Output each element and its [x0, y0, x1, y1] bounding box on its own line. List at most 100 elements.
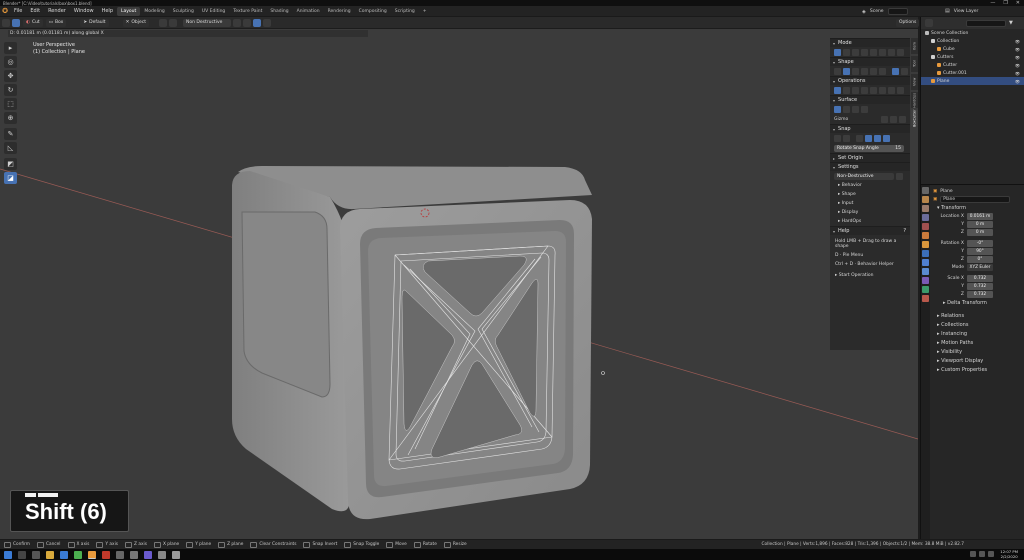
shape-active-icon[interactable] [892, 67, 899, 75]
data-props-icon[interactable] [922, 286, 929, 293]
record-app-icon[interactable] [102, 550, 110, 559]
knife-mode-icon[interactable] [870, 48, 877, 56]
section-collections[interactable]: ▸ Collections [933, 320, 1023, 329]
object-surface-icon[interactable] [834, 105, 841, 113]
mode-dropdown[interactable]: Non Destructive [183, 18, 232, 27]
rotate-op-icon[interactable] [870, 86, 877, 94]
material-props-icon[interactable] [922, 295, 929, 302]
array-op-icon[interactable] [888, 86, 895, 94]
render-props-icon[interactable] [922, 196, 929, 203]
extrude-op-icon[interactable] [843, 86, 850, 94]
app-icon[interactable] [74, 550, 82, 559]
app-icon-4[interactable] [144, 550, 152, 559]
select-tool-icon[interactable]: ▸ [4, 42, 17, 54]
rotate-snap-field[interactable]: Rotate Snap Angle 15 [834, 144, 904, 152]
toggle-icon[interactable] [253, 18, 262, 27]
join-mode-icon[interactable] [861, 48, 868, 56]
tab-view[interactable]: View [911, 74, 918, 90]
section-viewport-display[interactable]: ▸ Viewport Display [933, 356, 1023, 365]
visibility-eye-icon[interactable]: 👁 [1015, 55, 1020, 60]
tab-layout[interactable]: Layout [117, 6, 141, 16]
options-dropdown[interactable]: Options [896, 18, 920, 27]
circle-shape-icon[interactable] [834, 67, 841, 75]
shape-option-icon[interactable] [870, 67, 877, 75]
scene-icon[interactable]: ◈ [862, 9, 866, 15]
settings-input[interactable]: ▸ Input [830, 199, 910, 208]
section-set-origin[interactable]: ▸ Set Origin [830, 153, 910, 162]
view-layer-selector[interactable]: View Layer [954, 9, 979, 14]
outliner-search-input[interactable] [966, 19, 1006, 27]
constraints-props-icon[interactable] [922, 277, 929, 284]
section-operations[interactable]: ▾ Operations [830, 76, 910, 85]
3d-viewport[interactable] [0, 29, 918, 539]
make-mode-icon[interactable] [888, 48, 895, 56]
box-shape-icon[interactable] [843, 67, 850, 75]
search-icon[interactable] [18, 550, 26, 559]
view-layer-icon[interactable]: ▤ [945, 8, 950, 14]
cursor-surface-icon[interactable] [852, 105, 859, 113]
outliner-item[interactable]: Cutter.001 👁 [921, 69, 1024, 77]
scale-tool-icon[interactable]: ⬚ [4, 98, 17, 110]
tab-modeling[interactable]: Modeling [140, 7, 168, 16]
shading-icon[interactable] [233, 18, 242, 27]
move-tool-icon[interactable]: ✥ [4, 70, 17, 82]
visibility-eye-icon[interactable]: 👁 [1015, 47, 1020, 52]
visibility-eye-icon[interactable]: 👁 [1015, 71, 1020, 76]
outliner-item[interactable]: Plane 👁 [921, 77, 1024, 85]
physics-props-icon[interactable] [922, 268, 929, 275]
app-icon-2[interactable] [116, 550, 124, 559]
selection-mode-icon[interactable] [12, 18, 20, 27]
settings-hardops[interactable]: ▸ HardOps [830, 217, 910, 226]
slice-mode-icon[interactable] [843, 48, 850, 56]
section-shape[interactable]: ▾ Shape [830, 57, 910, 66]
default-dropdown[interactable]: ➤ Default [80, 18, 109, 27]
tab-compositing[interactable]: Compositing [355, 7, 391, 16]
world-surface-icon[interactable] [861, 105, 868, 113]
scale-x-field[interactable]: 0.732 [967, 274, 993, 282]
gear-icon[interactable] [243, 18, 252, 27]
section-transform[interactable]: ▾ Transform [933, 203, 1023, 212]
section-help[interactable]: ▾ Help? [830, 226, 910, 235]
tab-rendering[interactable]: Rendering [324, 7, 355, 16]
custom-shape-icon[interactable] [861, 67, 868, 75]
cut-mode-icon[interactable] [834, 48, 841, 56]
gizmo-icon[interactable] [881, 115, 888, 123]
visibility-eye-icon[interactable]: 👁 [1015, 63, 1020, 68]
object-name-field[interactable]: Plane [940, 195, 1011, 203]
scale-z-field[interactable]: 0.732 [967, 290, 993, 298]
settings-mode-icon[interactable] [897, 48, 904, 56]
grid-icon[interactable] [169, 18, 178, 27]
object-props-icon[interactable] [922, 241, 929, 248]
snap-icon[interactable] [159, 18, 168, 27]
extract-mode-icon[interactable] [879, 48, 886, 56]
outliner-item[interactable]: Cutter 👁 [921, 61, 1024, 69]
lock-icon[interactable] [897, 86, 904, 94]
tab-item[interactable]: Item [911, 38, 918, 54]
section-snap[interactable]: ▾ Snap [830, 124, 910, 133]
tab-boxcutter[interactable]: BoxCutter [911, 109, 918, 127]
section-settings[interactable]: ▾ Settings [830, 162, 910, 171]
offset-op-icon[interactable] [852, 86, 859, 94]
tab-texture-paint[interactable]: Texture Paint [229, 7, 266, 16]
scene-field[interactable] [887, 8, 908, 15]
section-surface[interactable]: ▾ Surface [830, 95, 910, 104]
rotation-y-field[interactable]: 90° [967, 247, 993, 255]
tab-hardops[interactable]: HardOps [911, 92, 918, 108]
snap-increment-icon[interactable] [874, 134, 881, 142]
help-icon[interactable] [263, 18, 272, 27]
view-layer-props-icon[interactable] [922, 214, 929, 221]
boxcutter-tool-icon[interactable]: ◪ [4, 172, 17, 184]
add-workspace-button[interactable]: + [419, 7, 431, 16]
settings-behavior[interactable]: ▸ Behavior [830, 181, 910, 190]
notification-icon[interactable] [988, 551, 994, 557]
visibility-eye-icon[interactable]: 👁 [1015, 79, 1020, 84]
section-custom-properties[interactable]: ▸ Custom Properties [933, 365, 1023, 374]
settings-save-icon[interactable] [896, 172, 903, 180]
shape-option2-icon[interactable] [879, 67, 886, 75]
settings-display[interactable]: ▸ Display [830, 208, 910, 217]
section-visibility[interactable]: ▸ Visibility [933, 347, 1023, 356]
section-instancing[interactable]: ▸ Instancing [933, 329, 1023, 338]
network-icon[interactable] [970, 551, 976, 557]
outliner-mode-icon[interactable] [925, 19, 933, 27]
snap-angle-icon[interactable] [883, 134, 890, 142]
